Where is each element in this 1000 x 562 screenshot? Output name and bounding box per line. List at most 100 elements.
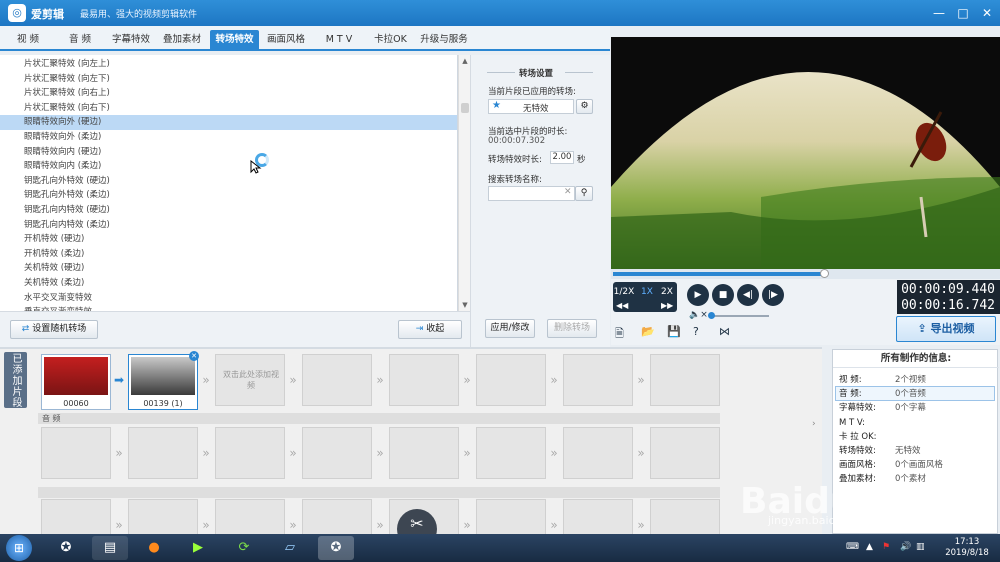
aijianji-taskbar-icon[interactable]: ✪ [318, 536, 354, 560]
film-app-icon[interactable]: ✪ [48, 536, 84, 560]
effect-list-item[interactable]: 片状汇聚特效 (向右上) [0, 86, 457, 101]
delete-transition-button[interactable]: 删除转场 [547, 319, 597, 338]
effect-list-item[interactable]: 片状汇聚特效 (向左上) [0, 57, 457, 72]
effect-list-item[interactable]: 眼睛特效向内 (硬边) [0, 145, 457, 160]
playback-progress-bar[interactable] [611, 269, 1000, 279]
notepad-icon[interactable]: ▱ [272, 536, 308, 560]
speed-double[interactable]: 2X [656, 285, 678, 299]
maximize-button[interactable]: □ [952, 4, 974, 22]
new-project-icon[interactable]: 🗎 [615, 325, 624, 344]
effect-list-item[interactable]: 钥匙孔向内特效 (柔边) [0, 218, 457, 233]
tab-audio[interactable]: 音 频 [56, 30, 104, 49]
scroll-thumb[interactable] [461, 103, 469, 113]
prev-frame-icon[interactable]: ◀| [737, 284, 759, 306]
empty-clip-slot[interactable] [650, 354, 720, 406]
tab-karaoke[interactable]: 卡拉OK [368, 30, 413, 49]
tab-overlay[interactable]: 叠加素材 [158, 30, 206, 49]
empty-clip-slot[interactable]: 双击此处添加视频 [215, 354, 285, 406]
stop-icon[interactable]: ■ [712, 284, 734, 306]
effect-list-item[interactable]: 关机特效 (柔边) [0, 276, 457, 291]
search-input[interactable] [488, 186, 575, 201]
video-clip-thumbnail[interactable]: 00060 [41, 354, 111, 410]
close-button[interactable]: ✕ [976, 4, 998, 22]
rewind-icon[interactable]: ◀◀ [616, 301, 628, 310]
effect-list-item[interactable]: 钥匙孔向外特效 (柔边) [0, 188, 457, 203]
audio-slot[interactable] [215, 427, 285, 479]
network-icon[interactable]: ▥ [916, 542, 925, 552]
list-scrollbar[interactable]: ▲ ▼ [458, 55, 470, 311]
empty-clip-slot[interactable] [302, 354, 372, 406]
volume-knob[interactable] [708, 312, 715, 319]
clear-icon[interactable]: ✕ [564, 187, 572, 197]
sync-app-icon[interactable]: ⟳ [226, 536, 262, 560]
audio-slot[interactable] [389, 427, 459, 479]
settings-gear-icon[interactable]: ⚙ [576, 99, 593, 114]
next-frame-icon[interactable]: |▶ [762, 284, 784, 306]
play-icon[interactable]: ▶ [687, 284, 709, 306]
tab-picture-style[interactable]: 画面风格 [262, 30, 310, 49]
effect-duration-input[interactable]: 2.00 [550, 151, 574, 164]
effect-list-item[interactable]: 钥匙孔向外特效 (硬边) [0, 174, 457, 189]
empty-clip-slot[interactable] [389, 354, 459, 406]
minimize-button[interactable]: — [928, 4, 950, 22]
effect-list-item[interactable]: 片状汇聚特效 (向右下) [0, 101, 457, 116]
effect-list-item[interactable]: 眼睛特效向外 (硬边) [0, 115, 457, 130]
star-icon: ★ [492, 100, 501, 111]
export-video-button[interactable]: ⇪ 导出视频 [896, 316, 996, 342]
empty-clip-slot[interactable] [563, 354, 633, 406]
effect-list-item[interactable]: 开机特效 (硬边) [0, 232, 457, 247]
taskbar-clock[interactable]: 17:13 2019/8/18 [936, 537, 998, 559]
fast-forward-icon[interactable]: ▶▶ [661, 301, 673, 310]
volume-slider[interactable] [709, 315, 769, 317]
empty-clip-slot[interactable] [476, 354, 546, 406]
tab-subtitle-effects[interactable]: 字幕特效 [107, 30, 155, 49]
video-preview[interactable] [611, 37, 1000, 269]
media-player-icon[interactable]: ▶ [180, 536, 216, 560]
main-tab-bar: 视 频 音 频 字幕特效 叠加素材 转场特效 画面风格 M T V 卡拉OK 升… [0, 26, 610, 51]
tab-upgrade[interactable]: 升级与服务 [416, 30, 472, 49]
transition-settings-panel: 转场设置 当前片段已应用的转场: ★ 无特效 ⚙ 当前选中片段的时长: 00:0… [470, 55, 610, 347]
volume-icon[interactable]: 🔈× [689, 310, 708, 320]
clip-thumbnail-image [44, 357, 108, 395]
effect-list-item[interactable]: 开机特效 (柔边) [0, 247, 457, 262]
open-folder-icon[interactable]: 📂 [641, 325, 655, 338]
speed-normal[interactable]: 1X [636, 285, 658, 299]
video-clip-thumbnail[interactable]: 00139 (1) ✕ [128, 351, 199, 410]
audio-slot[interactable] [476, 427, 546, 479]
audio-slot[interactable] [302, 427, 372, 479]
random-transition-button[interactable]: ⇄ 设置随机转场 [10, 320, 98, 339]
tab-transitions[interactable]: 转场特效 [210, 30, 259, 49]
tab-mtv[interactable]: M T V [313, 30, 365, 49]
file-explorer-icon[interactable]: ▤ [92, 536, 128, 560]
audio-slot[interactable] [563, 427, 633, 479]
start-button-icon[interactable]: ⊞ [6, 535, 32, 561]
audio-slot[interactable] [650, 427, 720, 479]
collapse-arrow-icon[interactable]: › [812, 419, 816, 429]
security-icon[interactable]: ⚑ [882, 542, 890, 552]
share-icon[interactable]: ⋈ [719, 325, 730, 338]
remove-clip-icon[interactable]: ✕ [189, 351, 199, 361]
effect-list-item[interactable]: 钥匙孔向内特效 (硬边) [0, 203, 457, 218]
firefox-icon[interactable]: ● [136, 536, 172, 560]
clip-name: 00060 [63, 399, 89, 408]
help-icon[interactable]: ? [693, 325, 699, 338]
tab-video[interactable]: 视 频 [4, 30, 52, 49]
speed-half[interactable]: 1/2X [613, 285, 635, 299]
effect-list-item[interactable]: 片状汇聚特效 (向左下) [0, 72, 457, 87]
effect-list-item[interactable]: 眼睛特效向内 (柔边) [0, 159, 457, 174]
collapse-button[interactable]: ⇥ 收起 [398, 320, 462, 339]
audio-slot[interactable] [128, 427, 198, 479]
save-icon[interactable]: 💾 [667, 325, 681, 338]
progress-knob[interactable] [819, 269, 829, 278]
search-icon[interactable]: ⚲ [575, 186, 593, 201]
effect-list-item[interactable]: 眼睛特效向外 (柔边) [0, 130, 457, 145]
audio-slot[interactable] [41, 427, 111, 479]
apply-button[interactable]: 应用/修改 [485, 319, 535, 338]
volume-tray-icon[interactable]: 🔊 [900, 542, 911, 552]
sequence-arrow-icon: » [637, 518, 645, 532]
tray-arrow-icon[interactable]: ▲ [866, 542, 873, 552]
effect-list-item[interactable]: 关机特效 (硬边) [0, 261, 457, 276]
keyboard-icon[interactable]: ⌨ [846, 542, 859, 552]
info-row-value: 0个画面风格 [895, 460, 943, 471]
effect-list-item[interactable]: 水平交叉渐变特效 [0, 291, 457, 306]
